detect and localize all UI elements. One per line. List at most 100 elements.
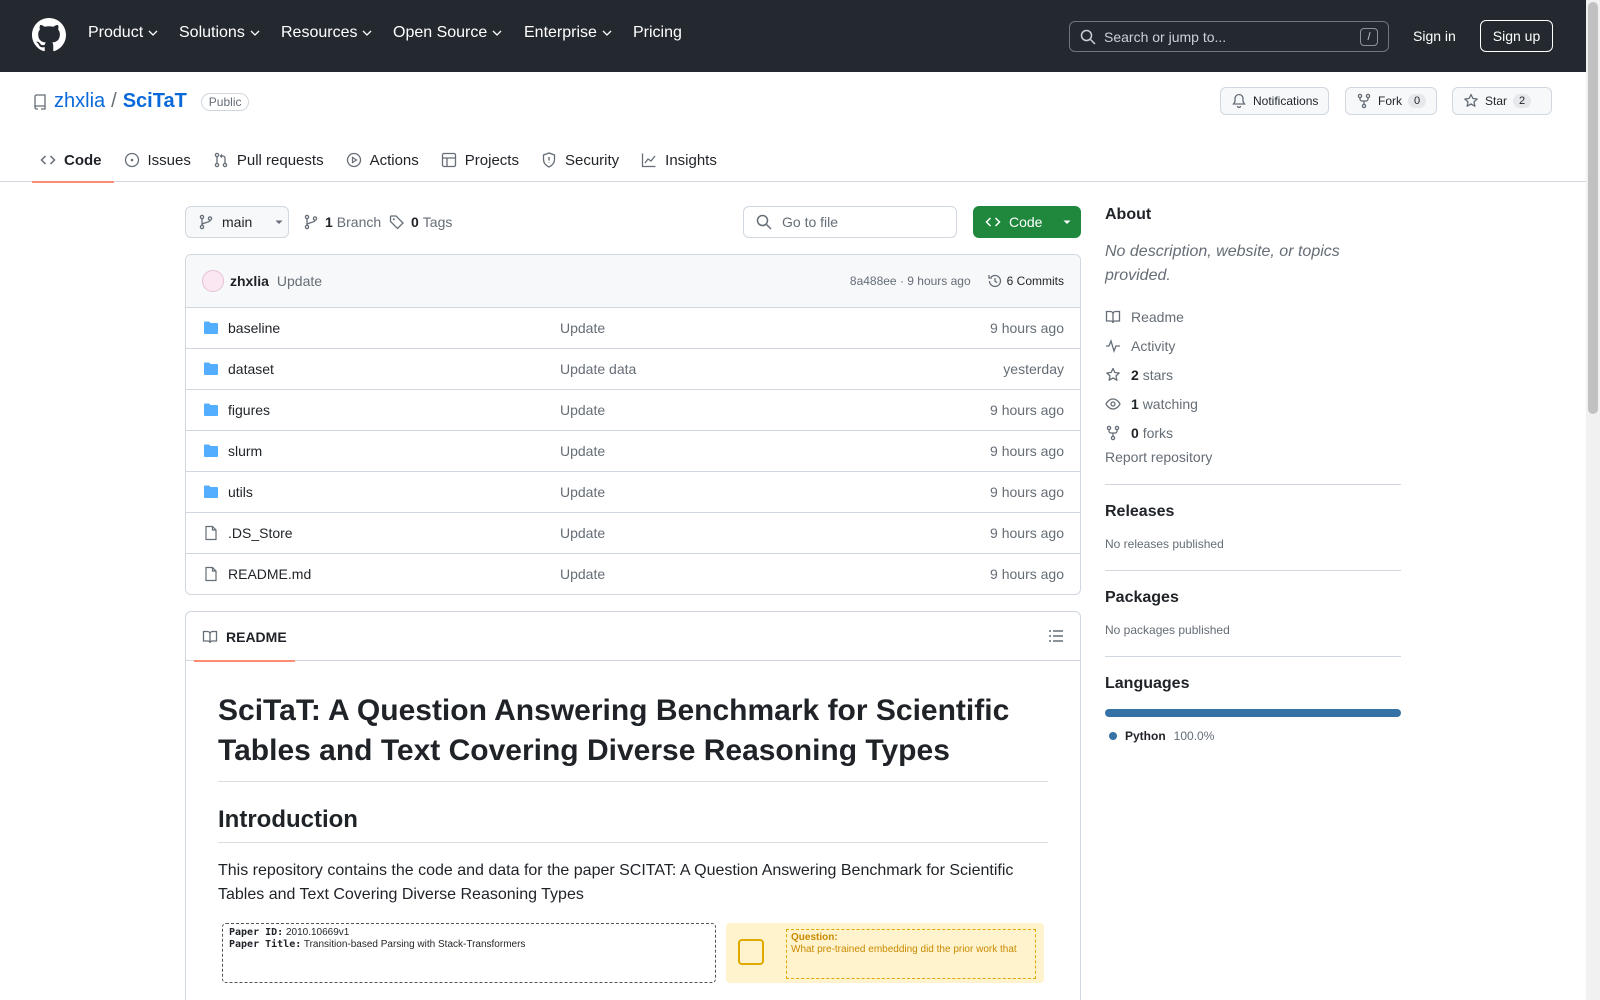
repo-icon: [34, 93, 46, 110]
nav-label: Solutions: [179, 24, 245, 41]
branch-label: Branch: [336, 214, 382, 230]
notifications-label: Notifications: [1253, 94, 1319, 108]
file-name-link[interactable]: dataset: [228, 361, 274, 377]
tab-issues[interactable]: Issues: [116, 138, 203, 182]
star-button[interactable]: Star 2: [1452, 87, 1552, 115]
code-dropdown-button[interactable]: Code: [973, 206, 1081, 238]
language-percent: 100.0%: [1173, 729, 1215, 743]
shield-icon: [542, 152, 556, 168]
sidebar-link-text: Activity: [1131, 338, 1175, 354]
folder-icon: [203, 443, 219, 462]
eye-icon: [1105, 396, 1121, 412]
tab-code[interactable]: Code: [32, 138, 114, 183]
table-row[interactable]: .DS_Store Update 9 hours ago: [186, 513, 1080, 554]
language-item[interactable]: Python 100.0%: [1105, 729, 1401, 743]
commits-history-link[interactable]: 6 Commits: [987, 273, 1064, 289]
tab-insights[interactable]: Insights: [633, 138, 729, 182]
figure-paper-id-label: Paper ID:: [229, 927, 284, 938]
nav-label: Product: [88, 24, 144, 41]
file-date: 9 hours ago: [990, 320, 1064, 336]
readme-tab[interactable]: README: [194, 612, 295, 662]
table-row[interactable]: baseline Update 9 hours ago: [186, 308, 1080, 349]
sign-up-button[interactable]: Sign up: [1480, 20, 1553, 52]
file-name-link[interactable]: utils: [228, 484, 253, 500]
readme-title: SciTaT: A Question Answering Benchmark f…: [218, 691, 1048, 782]
file-commit-message[interactable]: Update: [560, 484, 605, 500]
report-repository-link[interactable]: Report repository: [1105, 449, 1401, 465]
readme-tab-label: README: [226, 628, 287, 645]
nav-resources[interactable]: Resources: [281, 24, 373, 42]
chevron-down-icon: [602, 30, 612, 36]
sidebar-link-Activity[interactable]: Activity: [1105, 331, 1401, 360]
table-row[interactable]: slurm Update 9 hours ago: [186, 431, 1080, 472]
file-commit-message[interactable]: Update: [560, 525, 605, 541]
sidebar-link-watching[interactable]: 1 watching: [1105, 389, 1401, 418]
latest-commit-bar: zhxlia Update 8a488ee · 9 hours ago 6 Co…: [186, 255, 1080, 308]
repo-owner-link[interactable]: zhxlia: [54, 90, 105, 113]
branch-name: main: [222, 214, 253, 230]
file-commit-message[interactable]: Update: [560, 320, 605, 336]
file-commit-message[interactable]: Update: [560, 402, 605, 418]
tab-label: Code: [64, 151, 102, 169]
tags-link[interactable]: 0 Tags: [389, 214, 452, 230]
table-row[interactable]: figures Update 9 hours ago: [186, 390, 1080, 431]
readme-header: README: [186, 612, 1080, 662]
file-name-link[interactable]: baseline: [228, 320, 280, 336]
code-icon: [40, 155, 56, 165]
search-input[interactable]: Search or jump to... /: [1069, 21, 1389, 52]
file-commit-message[interactable]: Update: [560, 566, 605, 582]
go-to-file-input[interactable]: Go to file: [743, 206, 957, 238]
table-row[interactable]: utils Update 9 hours ago: [186, 472, 1080, 513]
commit-author[interactable]: zhxlia: [230, 273, 269, 289]
commit-hash-time[interactable]: 8a488ee · 9 hours ago: [850, 274, 971, 288]
file-name-link[interactable]: README.md: [228, 566, 311, 582]
nav-enterprise[interactable]: Enterprise: [524, 24, 613, 42]
packages-heading[interactable]: Packages: [1105, 589, 1401, 607]
fork-button[interactable]: Fork 0: [1345, 87, 1438, 115]
file-commit-message[interactable]: Update data: [560, 361, 636, 377]
repo-tabs: Code Issues Pull requests Actions Projec…: [32, 138, 731, 183]
avatar[interactable]: [202, 270, 224, 292]
table-icon: [441, 152, 456, 168]
page-scrollbar[interactable]: [1586, 0, 1600, 1000]
commit-meta: 8a488ee · 9 hours ago 6 Commits: [850, 273, 1064, 289]
tab-actions[interactable]: Actions: [338, 138, 431, 182]
table-row[interactable]: README.md Update 9 hours ago: [186, 554, 1080, 594]
nav-label: Resources: [281, 24, 358, 41]
repo-name-link[interactable]: SciTaT: [123, 90, 187, 113]
code-icon: [985, 217, 1001, 227]
star-count: 2: [1513, 94, 1532, 108]
folder-icon: [203, 484, 219, 503]
releases-heading[interactable]: Releases: [1105, 503, 1401, 521]
sidebar-link-Readme[interactable]: Readme: [1105, 302, 1401, 331]
branch-icon: [199, 214, 213, 230]
figure-paper-box: Paper ID: 2010.10669v1 Paper Title: Tran…: [222, 923, 716, 983]
table-row[interactable]: dataset Update data yesterday: [186, 349, 1080, 390]
github-logo-icon[interactable]: [32, 18, 66, 52]
bell-icon: [1232, 93, 1246, 109]
branch-select-button[interactable]: main: [185, 206, 289, 238]
nav-solutions[interactable]: Solutions: [179, 24, 261, 42]
tab-projects[interactable]: Projects: [433, 138, 531, 182]
nav-product[interactable]: Product: [88, 24, 159, 42]
sign-in-link[interactable]: Sign in: [1413, 28, 1456, 44]
sidebar-link-forks[interactable]: 0 forks: [1105, 418, 1401, 447]
tab-pull-requests[interactable]: Pull requests: [205, 138, 336, 182]
graph-icon: [642, 153, 656, 168]
language-name: Python: [1125, 729, 1166, 743]
file-name-link[interactable]: .DS_Store: [228, 525, 293, 541]
commit-message[interactable]: Update: [277, 273, 322, 289]
nav-pricing[interactable]: Pricing: [633, 24, 682, 42]
branches-link[interactable]: 1 Branch: [303, 214, 381, 230]
scrollbar-thumb[interactable]: [1588, 2, 1598, 414]
nav-open-source[interactable]: Open Source: [393, 24, 503, 42]
notifications-button[interactable]: Notifications: [1220, 87, 1330, 115]
file-name-link[interactable]: figures: [228, 402, 270, 418]
file-name-link[interactable]: slurm: [228, 443, 262, 459]
visibility-badge: Public: [200, 92, 250, 111]
sidebar-link-stars[interactable]: 2 stars: [1105, 360, 1401, 389]
table-of-contents-icon[interactable]: [1048, 628, 1064, 644]
releases-text: No releases published: [1105, 537, 1224, 551]
file-commit-message[interactable]: Update: [560, 443, 605, 459]
tab-security[interactable]: Security: [533, 138, 631, 182]
